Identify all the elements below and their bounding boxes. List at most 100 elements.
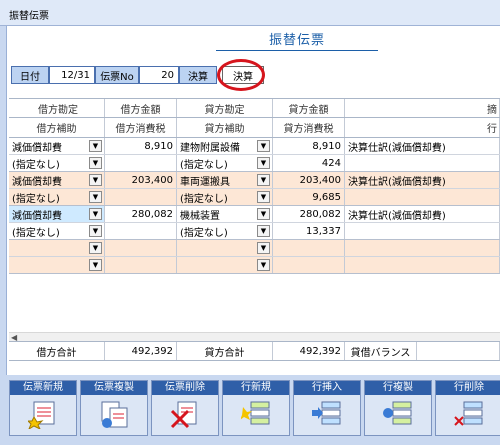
dropdown-icon[interactable]: ▼ bbox=[257, 157, 270, 169]
debit-tax-cell[interactable] bbox=[105, 257, 177, 273]
col-debit-amount: 借方金額 bbox=[105, 99, 177, 117]
memo-sub-cell[interactable] bbox=[345, 189, 500, 205]
credit-tax-cell[interactable]: 424 bbox=[273, 155, 345, 171]
voucher-no-field[interactable]: 20 bbox=[139, 66, 179, 84]
debit-amount-cell[interactable]: 280,082 bbox=[105, 206, 177, 222]
credit-amount-cell[interactable]: 8,910 bbox=[273, 138, 345, 154]
debit-amount-cell[interactable]: 203,400 bbox=[105, 172, 177, 188]
credit-account-cell[interactable]: ▼ bbox=[177, 240, 273, 256]
memo-sub-cell[interactable] bbox=[345, 257, 500, 273]
dropdown-icon[interactable]: ▼ bbox=[257, 225, 270, 237]
duplicate-voucher-label: 伝票複製 bbox=[81, 381, 147, 395]
dropdown-icon[interactable]: ▼ bbox=[89, 157, 102, 169]
table-row[interactable]: 減価償却費 ▼ 203,400 車両運搬具 ▼ 203,400 決算仕訳(減価償却費… bbox=[9, 172, 500, 189]
col-line: 行 bbox=[345, 118, 500, 137]
col-debit-sub: 借方補助 bbox=[9, 118, 105, 137]
memo-cell[interactable]: 決算仕訳(減価償却費) bbox=[345, 172, 500, 188]
debit-sub-cell[interactable]: ▼ bbox=[9, 257, 105, 273]
debit-account-cell[interactable]: 減価償却費 ▼ bbox=[9, 172, 105, 188]
voucher-no-label: 伝票No bbox=[95, 66, 139, 84]
dropdown-icon[interactable]: ▼ bbox=[89, 208, 102, 220]
grid-header-sub: 借方補助 借方消費税 貸方補助 貸方消費税 行 bbox=[9, 118, 500, 138]
kessan-label: 決算 bbox=[179, 66, 217, 84]
table-row[interactable]: ▼ ▼ bbox=[9, 257, 500, 274]
balance-label: 貸借バランス bbox=[345, 342, 417, 360]
credit-total-label: 貸方合計 bbox=[177, 342, 273, 360]
debit-account-cell[interactable]: ▼ bbox=[9, 240, 105, 256]
duplicate-voucher-button[interactable]: 伝票複製 bbox=[80, 380, 148, 436]
duplicate-line-label: 行複製 bbox=[365, 381, 431, 395]
grid-header-top: 借方勘定 借方金額 貸方勘定 貸方金額 摘 bbox=[9, 98, 500, 118]
balance-value bbox=[417, 342, 500, 360]
debit-sub-cell[interactable]: (指定なし) ▼ bbox=[9, 155, 105, 171]
memo-cell[interactable]: 決算仕訳(減価償却費) bbox=[345, 206, 500, 222]
credit-sub-cell[interactable]: ▼ bbox=[177, 257, 273, 273]
debit-tax-cell[interactable] bbox=[105, 223, 177, 239]
new-voucher-button[interactable]: 伝票新規 bbox=[9, 380, 77, 436]
delete-line-icon bbox=[454, 401, 483, 426]
credit-account-cell[interactable]: 建物附属設備 ▼ bbox=[177, 138, 273, 154]
table-row[interactable]: (指定なし) ▼ (指定なし) ▼ 13,337 bbox=[9, 223, 500, 240]
credit-tax-cell[interactable] bbox=[273, 257, 345, 273]
window-title: 振替伝票 bbox=[9, 11, 49, 22]
insert-line-label: 行挿入 bbox=[294, 381, 360, 395]
credit-tax-cell[interactable]: 13,337 bbox=[273, 223, 345, 239]
delete-line-label: 行削除 bbox=[436, 381, 500, 395]
debit-account-cell[interactable]: 減価償却費 ▼ bbox=[9, 206, 105, 222]
credit-sub-cell[interactable]: (指定なし) ▼ bbox=[177, 223, 273, 239]
debit-amount-cell[interactable] bbox=[105, 240, 177, 256]
debit-sub-cell[interactable]: (指定なし) ▼ bbox=[9, 189, 105, 205]
credit-sub-cell[interactable]: (指定なし) ▼ bbox=[177, 155, 273, 171]
dropdown-icon[interactable]: ▼ bbox=[89, 140, 102, 152]
credit-amount-cell[interactable]: 280,082 bbox=[273, 206, 345, 222]
dropdown-icon[interactable]: ▼ bbox=[89, 191, 102, 203]
new-line-button[interactable]: 行新規 bbox=[222, 380, 290, 436]
delete-voucher-button[interactable]: 伝票削除 bbox=[151, 380, 219, 436]
table-row[interactable]: (指定なし) ▼ (指定なし) ▼ 424 bbox=[9, 155, 500, 172]
dropdown-icon[interactable]: ▼ bbox=[257, 259, 270, 271]
dropdown-icon[interactable]: ▼ bbox=[89, 174, 102, 186]
journal-grid: 借方勘定 借方金額 貸方勘定 貸方金額 摘 借方補助 借方消費税 貸方補助 貸方… bbox=[9, 98, 500, 274]
dropdown-icon[interactable]: ▼ bbox=[257, 242, 270, 254]
totals-row: 借方合計 492,392 貸方合計 492,392 貸借バランス bbox=[9, 341, 500, 361]
table-row[interactable]: (指定なし) ▼ (指定なし) ▼ 9,685 bbox=[9, 189, 500, 206]
credit-account-cell[interactable]: 機械装置 ▼ bbox=[177, 206, 273, 222]
dropdown-icon[interactable]: ▼ bbox=[257, 174, 270, 186]
table-row[interactable]: 減価償却費 ▼ 280,082 機械装置 ▼ 280,082 決算仕訳(減価償却費) bbox=[9, 206, 500, 223]
delete-line-button[interactable]: 行削除 bbox=[435, 380, 500, 436]
duplicate-line-button[interactable]: 行複製 bbox=[364, 380, 432, 436]
dropdown-icon[interactable]: ▼ bbox=[89, 225, 102, 237]
action-toolbar: 伝票新規 伝票複製 伝票削除 行新規 行挿入 行複製 行削除 bbox=[0, 375, 500, 445]
debit-amount-cell[interactable]: 8,910 bbox=[105, 138, 177, 154]
debit-tax-cell[interactable] bbox=[105, 189, 177, 205]
col-credit-amount: 貸方金額 bbox=[273, 99, 345, 117]
new-line-icon bbox=[241, 401, 270, 425]
insert-line-button[interactable]: 行挿入 bbox=[293, 380, 361, 436]
debit-sub-cell[interactable]: (指定なし) ▼ bbox=[9, 223, 105, 239]
credit-account-cell[interactable]: 車両運搬具 ▼ bbox=[177, 172, 273, 188]
window-titlebar: 振替伝票 bbox=[0, 0, 500, 26]
dropdown-icon[interactable]: ▼ bbox=[257, 191, 270, 203]
date-label: 日付 bbox=[11, 66, 49, 84]
memo-sub-cell[interactable] bbox=[345, 223, 500, 239]
dropdown-icon[interactable]: ▼ bbox=[89, 242, 102, 254]
credit-tax-cell[interactable]: 9,685 bbox=[273, 189, 345, 205]
credit-amount-cell[interactable] bbox=[273, 240, 345, 256]
dropdown-icon[interactable]: ▼ bbox=[257, 140, 270, 152]
date-field[interactable]: 12/31 bbox=[49, 66, 95, 84]
credit-sub-cell[interactable]: (指定なし) ▼ bbox=[177, 189, 273, 205]
dropdown-icon[interactable]: ▼ bbox=[257, 208, 270, 220]
table-row[interactable]: ▼ ▼ bbox=[9, 240, 500, 257]
memo-sub-cell[interactable] bbox=[345, 155, 500, 171]
memo-cell[interactable]: 決算仕訳(減価償却費) bbox=[345, 138, 500, 154]
dropdown-icon[interactable]: ▼ bbox=[89, 259, 102, 271]
new-voucher-icon bbox=[28, 401, 55, 429]
duplicate-line-icon bbox=[383, 401, 412, 425]
debit-account-cell[interactable]: 減価償却費 ▼ bbox=[9, 138, 105, 154]
col-credit-sub: 貸方補助 bbox=[177, 118, 273, 137]
memo-cell[interactable] bbox=[345, 240, 500, 256]
debit-tax-cell[interactable] bbox=[105, 155, 177, 171]
table-row[interactable]: 減価償却費 ▼ 8,910 建物附属設備 ▼ 8,910 決算仕訳(減価償却費) bbox=[9, 138, 500, 155]
col-credit-tax: 貸方消費税 bbox=[273, 118, 345, 137]
credit-amount-cell[interactable]: 203,400 bbox=[273, 172, 345, 188]
